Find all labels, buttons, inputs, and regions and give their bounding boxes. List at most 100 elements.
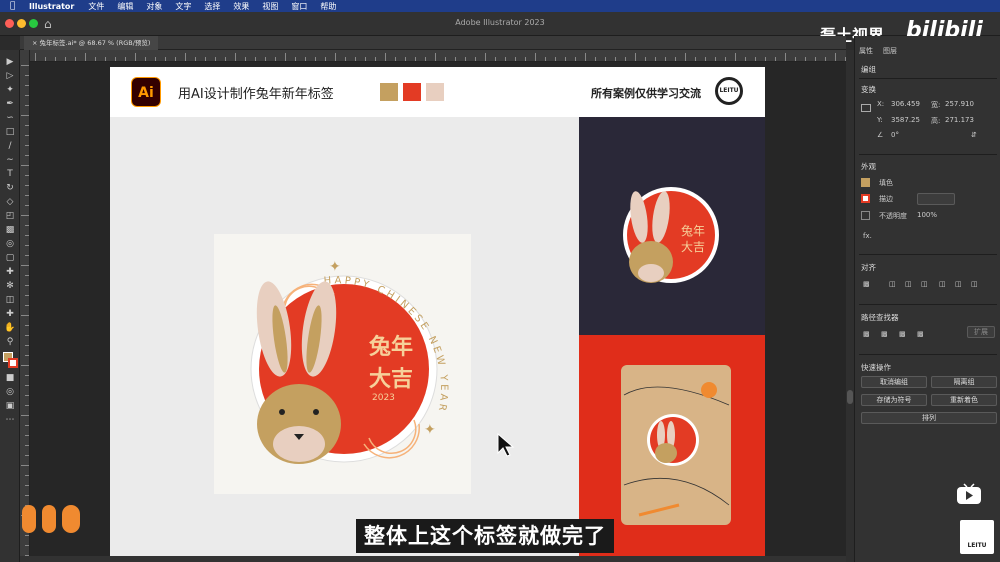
ruler-tick	[615, 57, 616, 61]
magic-wand-tool-icon[interactable]: ✦	[3, 84, 17, 96]
expand-button[interactable]: 扩展	[967, 326, 995, 338]
horizontal-ruler[interactable]	[30, 50, 846, 62]
stroke-swatch[interactable]	[861, 194, 870, 203]
stroke-color-swatch[interactable]	[8, 358, 18, 368]
tab-properties[interactable]: 属性	[859, 46, 873, 56]
menu-app-name[interactable]: Illustrator	[29, 2, 74, 11]
ruler-tick	[185, 53, 186, 61]
fill-swatch[interactable]	[861, 178, 870, 187]
stroke-weight-input[interactable]	[917, 193, 955, 205]
selection-tool-icon[interactable]: ▶	[3, 56, 17, 68]
document-tab[interactable]: × 兔年标签.ai* @ 68.67 % (RGB/预览)	[24, 36, 159, 50]
pen-tool-icon[interactable]: ✒	[3, 98, 17, 110]
ruler-tick	[485, 53, 486, 61]
menu-effect[interactable]: 效果	[233, 1, 249, 12]
align-center-icon[interactable]: ◫	[905, 280, 912, 288]
x-field[interactable]: 306.459	[891, 100, 920, 108]
hand-tool-icon[interactable]: ✋	[3, 322, 17, 334]
eraser-tool-icon[interactable]: ◇	[3, 196, 17, 208]
ruler-tick	[305, 57, 306, 61]
menu-edit[interactable]: 编辑	[117, 1, 133, 12]
rabbit-label-card[interactable]: HAPPY CHINESE NEW YEAR ✦ ✦ 兔年 大吉 2023	[214, 234, 471, 494]
ruler-tick	[255, 57, 256, 61]
warp-tool-icon[interactable]: ◰	[3, 210, 17, 222]
artboard[interactable]: Ai 用AI设计制作兔年新年标签 所有案例仅供学习交流 LEITU HAPPY …	[110, 67, 765, 557]
recolor-button[interactable]: 重新着色	[931, 394, 997, 406]
close-tab-icon[interactable]: ×	[32, 39, 40, 47]
status-bar	[20, 556, 846, 562]
ruler-tick	[585, 53, 586, 61]
artboard-tool-icon[interactable]: ◫	[3, 294, 17, 306]
vertical-scrollbar[interactable]	[846, 50, 854, 562]
video-subtitle: 整体上这个标签就做完了	[356, 519, 614, 553]
paintbrush-tool-icon[interactable]: ∕	[3, 140, 17, 152]
svg-text:✦: ✦	[424, 422, 436, 438]
zoom-tool-icon[interactable]: ⚲	[3, 336, 17, 348]
shape-builder-tool-icon[interactable]: ◎	[3, 238, 17, 250]
screen-mode-icon[interactable]: ▣	[3, 400, 17, 412]
align-top-icon[interactable]: ◫	[939, 280, 946, 288]
mac-menubar:  Illustrator 文件 编辑 对象 文字 选择 效果 视图 窗口 帮助	[0, 0, 1000, 12]
height-field[interactable]: 271.173	[945, 116, 974, 124]
menu-window[interactable]: 窗口	[291, 1, 307, 12]
canvas[interactable]: Ai 用AI设计制作兔年新年标签 所有案例仅供学习交流 LEITU HAPPY …	[30, 62, 846, 562]
ruler-tick	[685, 53, 686, 61]
rabbit-label-artwork: HAPPY CHINESE NEW YEAR ✦ ✦ 兔年 大吉 2023	[250, 259, 446, 464]
menu-file[interactable]: 文件	[88, 1, 104, 12]
direct-selection-tool-icon[interactable]: ▷	[3, 70, 17, 82]
opacity-field[interactable]: 100%	[917, 211, 937, 219]
symbol-sprayer-tool-icon[interactable]: ✻	[3, 280, 17, 292]
minus-front-icon[interactable]: ▩	[881, 330, 888, 338]
arrange-button[interactable]: 排列	[861, 412, 997, 424]
intersect-icon[interactable]: ▩	[899, 330, 906, 338]
svg-text:✦: ✦	[329, 259, 341, 275]
align-middle-icon[interactable]: ◫	[955, 280, 962, 288]
ruler-tick	[785, 53, 786, 61]
ruler-tick	[21, 315, 29, 316]
apple-icon[interactable]: 	[10, 1, 19, 11]
isolate-group-button[interactable]: 隔离组	[931, 376, 997, 388]
exclude-icon[interactable]: ▩	[917, 330, 924, 338]
rectangle-tool-icon[interactable]: □	[3, 126, 17, 138]
menu-help[interactable]: 帮助	[320, 1, 336, 12]
scrollbar-thumb[interactable]	[847, 390, 853, 404]
unite-icon[interactable]: ▩	[863, 330, 870, 338]
free-transform-tool-icon[interactable]: ▩	[3, 224, 17, 236]
slice-tool-icon[interactable]: ✚	[3, 308, 17, 320]
draw-mode-icon[interactable]: ◎	[3, 386, 17, 398]
align-bottom-icon[interactable]: ◫	[971, 280, 978, 288]
ruler-tick	[605, 57, 606, 61]
y-field[interactable]: 3587.25	[891, 116, 920, 124]
ruler-tick	[21, 165, 29, 166]
fx-button[interactable]: fx.	[863, 232, 872, 240]
type-tool-icon[interactable]: T	[3, 168, 17, 180]
align-to-icon[interactable]: ▩	[863, 280, 870, 288]
save-as-symbol-button[interactable]: 存储为符号	[861, 394, 927, 406]
ungroup-button[interactable]: 取消编组	[861, 376, 927, 388]
menu-view[interactable]: 视图	[262, 1, 278, 12]
curvature-tool-icon[interactable]: ∽	[3, 112, 17, 124]
ruler-tick	[25, 475, 29, 476]
eyedropper-tool-icon[interactable]: ✚	[3, 266, 17, 278]
shaper-tool-icon[interactable]: ∼	[3, 154, 17, 166]
rotate-tool-icon[interactable]: ↻	[3, 182, 17, 194]
ruler-tick	[95, 57, 96, 61]
align-right-icon[interactable]: ◫	[921, 280, 928, 288]
menu-object[interactable]: 对象	[146, 1, 162, 12]
width-field[interactable]: 257.910	[945, 100, 974, 108]
flip-icon[interactable]: ⇵	[971, 131, 977, 139]
divider	[859, 304, 997, 305]
align-left-icon[interactable]: ◫	[889, 280, 896, 288]
vertical-ruler[interactable]	[20, 50, 30, 562]
ruler-tick	[75, 57, 76, 61]
more-tools-icon[interactable]: ⋯	[3, 414, 17, 426]
align-section-title: 对齐	[861, 263, 876, 272]
reference-point-icon[interactable]	[861, 104, 871, 112]
ruler-tick	[805, 57, 806, 61]
gradient-tool-icon[interactable]: ▢	[3, 252, 17, 264]
color-mode-icon[interactable]: ■	[3, 372, 17, 384]
tab-layers[interactable]: 图层	[883, 46, 897, 56]
menu-select[interactable]: 选择	[204, 1, 220, 12]
menu-type[interactable]: 文字	[175, 1, 191, 12]
angle-field[interactable]: 0°	[891, 131, 899, 139]
